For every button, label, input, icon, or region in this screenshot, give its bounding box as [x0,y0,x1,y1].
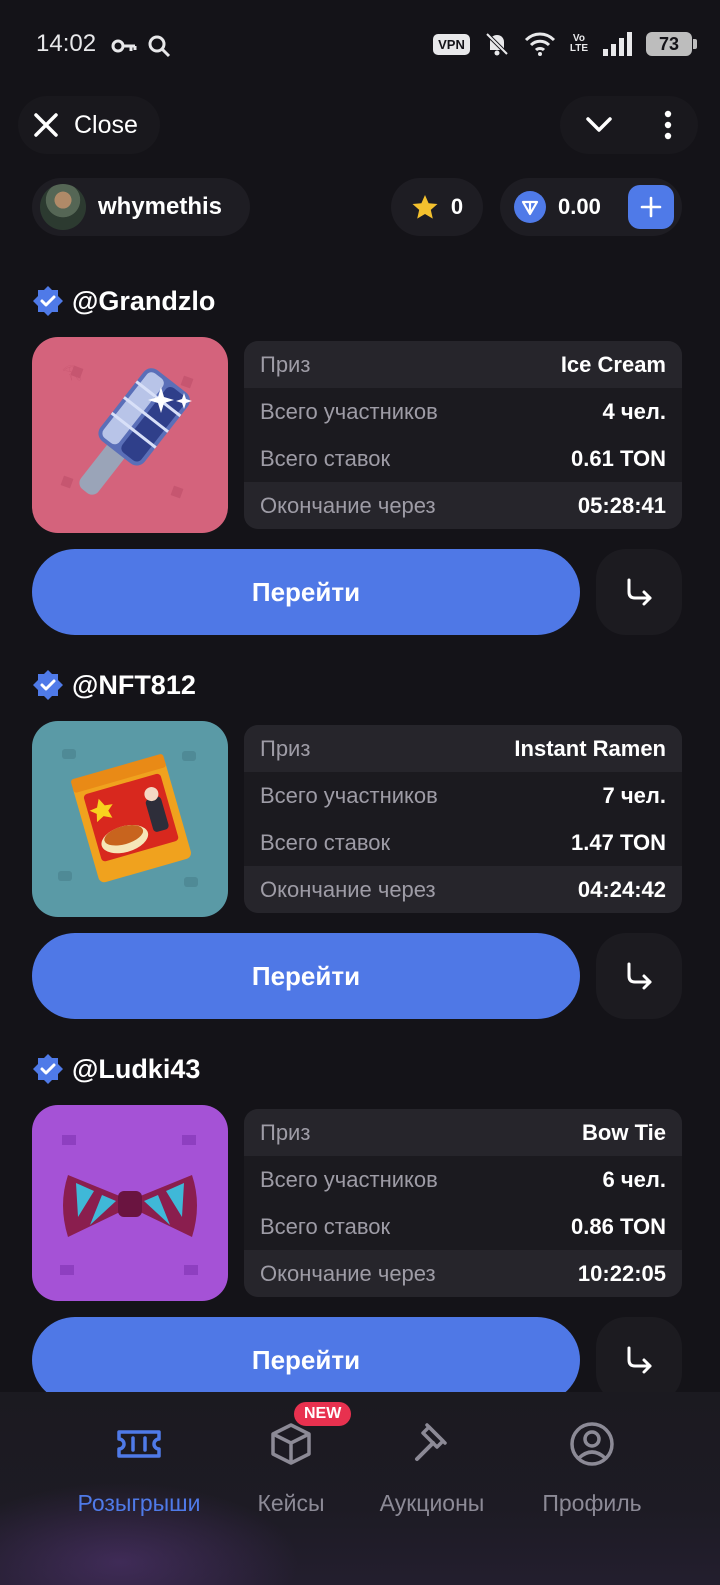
giveaway-card: @Grandzlo 𓂀 [32,281,682,635]
nav-item-auctions[interactable]: Аукционы [347,1414,517,1517]
prize-value: Bow Tie [582,1119,666,1145]
verified-badge-icon [33,1054,63,1084]
nav-item-giveaways[interactable]: Розыгрыши [54,1414,224,1517]
bottom-navigation: Розыгрыши NEW Кейсы Аукционы Профиль [0,1392,720,1585]
vpn-badge: VPN [433,33,470,55]
owner-name[interactable]: @NFT812 [72,670,196,701]
prize-value: Instant Ramen [514,735,666,761]
stars-balance[interactable]: 0 [391,178,483,236]
time-left-value: 10:22:05 [577,1260,666,1286]
ice-cream-icon: 𓂀 [60,362,194,499]
profile-icon [570,1422,614,1466]
more-vertical-icon[interactable] [661,110,675,140]
user-profile-pill[interactable]: whymethis [32,178,250,236]
battery-icon: 73 [646,32,697,56]
prize-value: Ice Cream [560,351,666,377]
share-button[interactable] [596,1317,682,1403]
star-icon [412,195,438,219]
bets-value: 0.86 TON [571,1213,666,1239]
giveaway-card: @NFT812 Приз Instant Ramen Всего участни… [32,665,682,1019]
giveaway-card: @Ludki43 Приз Bow Tie Всего участников 6… [32,1049,682,1403]
top-up-button[interactable] [628,185,674,229]
close-button[interactable]: Close [18,96,160,154]
share-arrow-icon [627,962,652,990]
giveaway-info-table: Приз Bow Tie Всего участников 6 чел. Все… [244,1109,682,1297]
share-button[interactable] [596,933,682,1019]
participants-value: 6 чел. [602,1166,666,1192]
ticket-icon [117,1430,161,1458]
close-icon [34,113,58,137]
prize-image [32,1105,228,1301]
mute-bell-icon [485,32,509,56]
nav-item-profile[interactable]: Профиль [507,1414,677,1517]
go-button[interactable]: Перейти [32,1317,580,1403]
ton-icon [514,191,546,223]
share-arrow-icon [627,1346,652,1374]
bets-value: 0.61 TON [571,445,666,471]
ton-amount: 0.00 [558,194,601,219]
prize-image: 𓂀 [32,337,228,533]
giveaway-info-table: Приз Ice Cream Всего участников 4 чел. В… [244,341,682,529]
search-icon [148,35,171,58]
avatar [40,184,86,230]
ton-balance[interactable]: 0.00 [500,178,682,236]
prize-image [32,721,228,917]
verified-badge-icon [33,670,63,700]
giveaway-info-table: Приз Instant Ramen Всего участников 7 че… [244,725,682,913]
bow-tie-icon [60,1135,198,1275]
new-badge: NEW [294,1402,352,1426]
plus-icon [640,196,662,218]
close-label: Close [74,110,138,139]
status-bar: 14:02 VPN Vo LTE 73 [0,0,720,92]
time-left-value: 05:28:41 [577,492,666,518]
header-actions [560,96,698,154]
gavel-icon [415,1423,447,1461]
signal-icon [603,32,632,56]
bets-value: 1.47 TON [571,829,666,855]
participants-value: 7 чел. [602,782,666,808]
status-time: 14:02 [36,30,97,57]
share-button[interactable] [596,549,682,635]
go-button[interactable]: Перейти [32,549,580,635]
time-left-value: 04:24:42 [577,876,666,902]
box-icon [271,1423,311,1465]
instant-ramen-icon [58,749,198,887]
stars-count: 0 [450,194,464,219]
key-icon [111,39,137,53]
participants-value: 4 чел. [602,398,666,424]
username: whymethis [98,193,223,220]
volte-indicator: Vo LTE [569,33,588,54]
wifi-icon [524,32,555,56]
chevron-down-icon[interactable] [584,110,614,140]
owner-name[interactable]: @Ludki43 [72,1054,200,1085]
go-button[interactable]: Перейти [32,933,580,1019]
owner-name[interactable]: @Grandzlo [72,286,215,317]
share-arrow-icon [627,578,652,606]
verified-badge-icon [33,286,63,316]
